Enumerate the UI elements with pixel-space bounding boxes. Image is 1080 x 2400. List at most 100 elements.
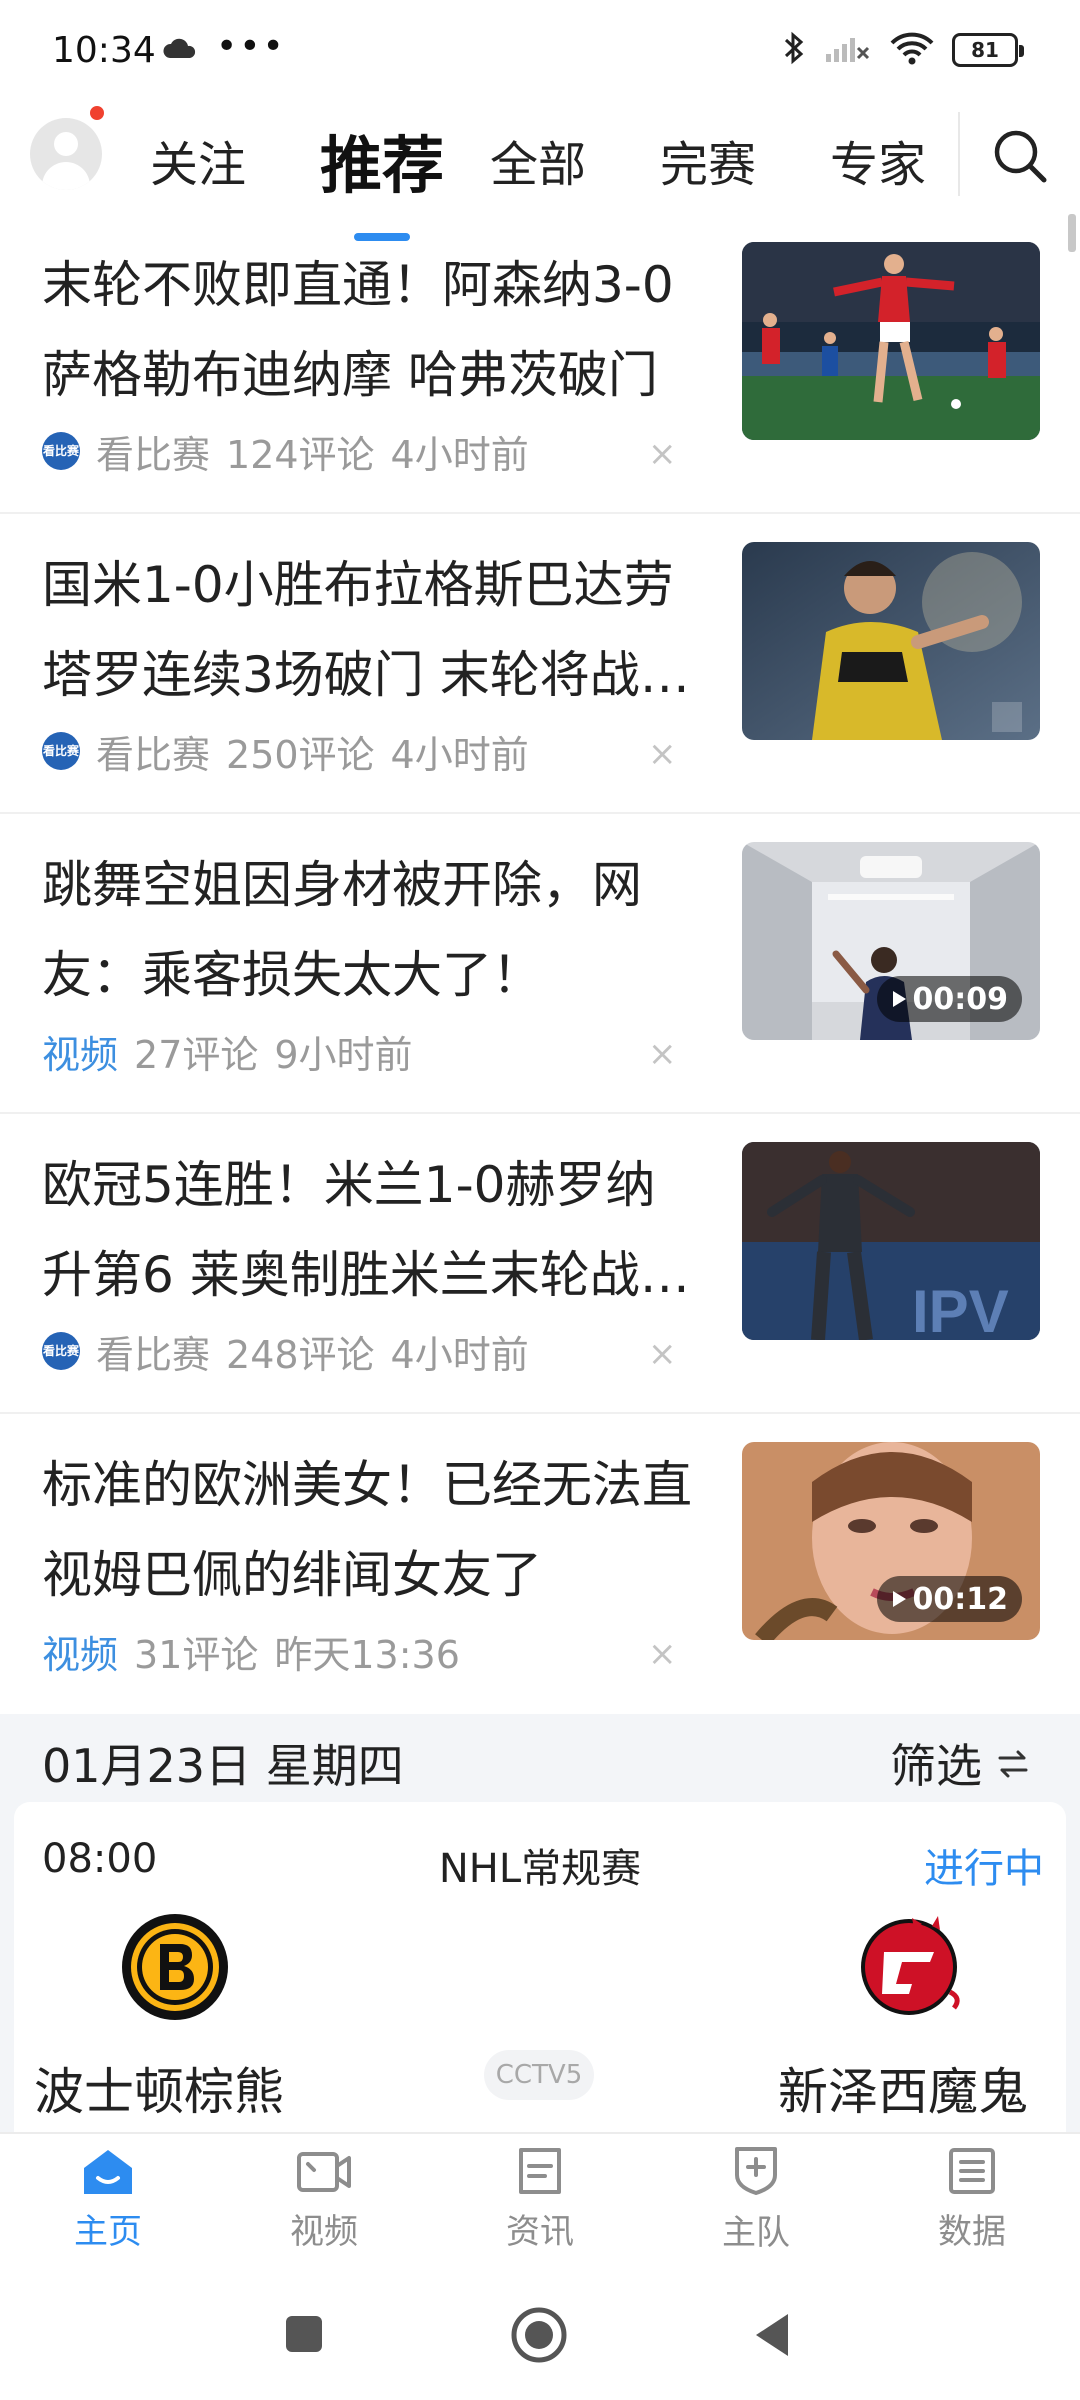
feed-item-time: 4小时前	[390, 432, 529, 477]
tab-follow[interactable]: 关注	[150, 125, 320, 195]
match-card[interactable]: 08:00 NHL常规赛 进行中 波士顿棕熊 CCTV5 新泽西魔鬼	[14, 1802, 1066, 2132]
back-icon[interactable]	[752, 2312, 792, 2362]
avatar[interactable]	[30, 118, 102, 190]
tab-experts[interactable]: 专家	[830, 125, 1000, 195]
nav-divider	[958, 112, 960, 196]
new-jersey-devils-logo-icon	[854, 1912, 964, 2022]
feed-item-time: 昨天13:36	[274, 1632, 460, 1677]
filter-button[interactable]: 筛选	[890, 1730, 1030, 1796]
feed-item[interactable]: 末轮不败即直通！阿森纳3-0萨格勒布迪纳摩 哈弗茨破门 看比赛 看比赛 124评…	[0, 214, 1080, 514]
match-section: 08:00 NHL常规赛 进行中 波士顿棕熊 CCTV5 新泽西魔鬼	[0, 1802, 1080, 2132]
feed-item-meta: 看比赛 看比赛 250评论 4小时前	[42, 726, 529, 777]
feed-item-meta: 视频 27评论 9小时前	[42, 1026, 413, 1077]
feed-item-thumbnail[interactable]	[742, 242, 1040, 440]
tab-recommend[interactable]: 推荐	[320, 115, 490, 241]
home-team-name: 波士顿棕熊	[34, 2063, 284, 2121]
tab-video[interactable]: 视频	[216, 2134, 432, 2264]
home-icon	[80, 2146, 136, 2200]
feed-item-comments: 27评论	[134, 1032, 259, 1077]
dismiss-icon[interactable]: ×	[648, 1334, 677, 1374]
more-notifications-icon: •••	[216, 26, 286, 67]
feed-item-thumbnail[interactable]: 00:09	[742, 842, 1040, 1040]
status-time: 10:34	[52, 30, 156, 71]
play-icon	[892, 991, 906, 1007]
filter-label: 筛选	[890, 1739, 982, 1793]
search-icon[interactable]	[990, 126, 1050, 186]
feed-item-comments: 250评论	[226, 732, 375, 777]
feed-item-time: 4小时前	[390, 1332, 529, 1377]
category-tabs: 关注 推荐 全部 完赛 专家	[150, 100, 1000, 241]
tab-news[interactable]: 资讯	[432, 2134, 648, 2264]
kanbisai-logo-icon: 看比赛	[42, 432, 80, 470]
feed-item-title[interactable]: 跳舞空姐因身材被开除，网友：乘客损失太大了！	[42, 840, 692, 1020]
feed-item-thumbnail[interactable]	[742, 542, 1040, 740]
schedule-date: 01月23日 星期四	[42, 1739, 404, 1793]
dismiss-icon[interactable]: ×	[648, 1634, 677, 1674]
bottom-tab-bar: 主页 视频 资讯 主队 数据	[0, 2132, 1080, 2264]
feed-item-meta: 看比赛 看比赛 124评论 4小时前	[42, 426, 529, 477]
tab-team-label: 主队	[722, 2212, 790, 2253]
data-list-icon	[947, 2146, 997, 2200]
feed-item[interactable]: 国米1-0小胜布拉格斯巴达劳塔罗连续3场破门 末轮将战摩纳哥 看比赛 看比赛 2…	[0, 514, 1080, 814]
tab-data-label: 数据	[938, 2211, 1006, 2252]
recent-apps-icon[interactable]	[284, 2314, 324, 2358]
status-bar: 10:34 ••• 81	[0, 0, 1080, 100]
feed-item-source: 看比赛	[96, 1332, 211, 1377]
feed-item-source: 视频	[42, 1632, 119, 1677]
tab-data[interactable]: 数据	[864, 2134, 1080, 2264]
feed-item-time: 9小时前	[274, 1032, 413, 1077]
tab-home[interactable]: 主页	[0, 2134, 216, 2264]
schedule-date-bar: 01月23日 星期四 筛选	[0, 1714, 1080, 1802]
bluetooth-icon	[782, 30, 806, 70]
feed-item-source: 看比赛	[96, 732, 211, 777]
feed-item-time: 4小时前	[390, 732, 529, 777]
cloud-icon	[162, 38, 198, 64]
boston-bruins-logo-icon	[120, 1912, 230, 2022]
wifi-icon	[890, 31, 934, 69]
svg-text:IPV: IPV	[912, 1278, 1009, 1340]
video-duration: 00:12	[876, 1576, 1022, 1622]
dismiss-icon[interactable]: ×	[648, 734, 677, 774]
tab-all[interactable]: 全部	[490, 125, 660, 195]
feed-item-thumbnail[interactable]: IPV	[742, 1142, 1040, 1340]
video-icon	[295, 2146, 353, 2200]
home-button-icon[interactable]	[510, 2306, 568, 2368]
feed-item-meta: 视频 31评论 昨天13:36	[42, 1626, 460, 1677]
match-league: NHL常规赛	[438, 1846, 642, 1892]
video-duration: 00:09	[876, 976, 1022, 1022]
feed-item-source: 看比赛	[96, 432, 211, 477]
notification-dot	[88, 104, 106, 122]
feed-item-comments: 248评论	[226, 1332, 375, 1377]
broadcast-channel: CCTV5	[484, 2050, 594, 2100]
feed-item-title[interactable]: 标准的欧洲美女！已经无法直视姆巴佩的绯闻女友了	[42, 1440, 692, 1620]
signal-icon	[824, 32, 872, 68]
feed-item-title[interactable]: 末轮不败即直通！阿森纳3-0萨格勒布迪纳摩 哈弗茨破门	[42, 240, 692, 420]
feed-item[interactable]: 标准的欧洲美女！已经无法直视姆巴佩的绯闻女友了 视频 31评论 昨天13:36 …	[0, 1414, 1080, 1714]
feed-item-meta: 看比赛 看比赛 248评论 4小时前	[42, 1326, 529, 1377]
feed-item-source: 视频	[42, 1032, 119, 1077]
tab-video-label: 视频	[290, 2211, 358, 2252]
feed-item[interactable]: 跳舞空姐因身材被开除，网友：乘客损失太大了！ 视频 27评论 9小时前 × 00…	[0, 814, 1080, 1114]
feed-item-comments: 31评论	[134, 1632, 259, 1677]
filter-icon	[996, 1736, 1030, 1790]
tab-home-label: 主页	[74, 2211, 142, 2252]
away-team-name: 新泽西魔鬼	[778, 2063, 1028, 2121]
tab-news-label: 资讯	[506, 2211, 574, 2252]
system-navigation-bar	[0, 2264, 1080, 2400]
battery-icon: 81	[952, 33, 1024, 67]
tab-finished[interactable]: 完赛	[660, 125, 830, 195]
match-status: 进行中	[924, 1846, 1044, 1892]
play-icon	[892, 1591, 906, 1607]
feed-item-title[interactable]: 欧冠5连胜！米兰1-0赫罗纳升第6 莱奥制胜米兰末轮战萨格勒布	[42, 1140, 692, 1320]
tab-team[interactable]: 主队	[648, 2134, 864, 2264]
kanbisai-logo-icon: 看比赛	[42, 1332, 80, 1370]
feed-item[interactable]: 欧冠5连胜！米兰1-0赫罗纳升第6 莱奥制胜米兰末轮战萨格勒布 看比赛 看比赛 …	[0, 1114, 1080, 1414]
dismiss-icon[interactable]: ×	[648, 434, 677, 474]
dismiss-icon[interactable]: ×	[648, 1034, 677, 1074]
feed-item-comments: 124评论	[226, 432, 375, 477]
team-shield-icon	[731, 2145, 781, 2201]
feed-item-title[interactable]: 国米1-0小胜布拉格斯巴达劳塔罗连续3场破门 末轮将战摩纳哥	[42, 540, 692, 720]
news-icon	[515, 2146, 565, 2200]
feed-item-thumbnail[interactable]: 00:12	[742, 1442, 1040, 1640]
news-feed: 末轮不败即直通！阿森纳3-0萨格勒布迪纳摩 哈弗茨破门 看比赛 看比赛 124评…	[0, 214, 1080, 1714]
